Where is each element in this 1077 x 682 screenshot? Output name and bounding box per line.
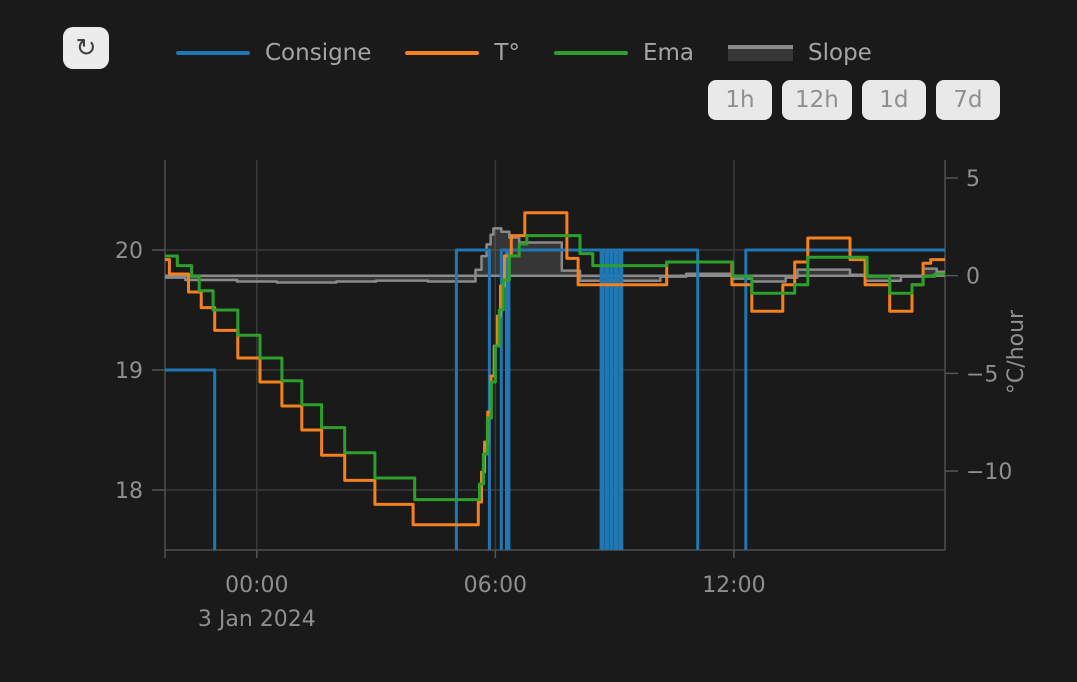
plot-area[interactable] <box>165 160 945 550</box>
left-axis-tick-label: 19 <box>115 359 143 384</box>
x-axis-tick-label: 00:00 <box>225 573 288 598</box>
x-axis-tick-label: 06:00 <box>464 573 527 598</box>
temperature-dashboard: ↻ Consigne T° Ema Slope 1h 12h 1d 7d 181… <box>0 0 1077 682</box>
left-axis-tick-label: 18 <box>115 479 143 504</box>
chart-canvas: 18 19 20 00:00 06:00 12:00 5 0 −5 −10 3 Jan 2024 °C… <box>0 0 1077 682</box>
right-axis-tick-label: 0 <box>966 265 980 290</box>
right-axis-tick-label: −5 <box>966 362 998 387</box>
right-axis-title: °C/hour <box>1004 309 1029 394</box>
left-axis-tick-label: 20 <box>115 239 143 264</box>
x-axis-date-label: 3 Jan 2024 <box>198 607 316 632</box>
right-axis-tick-label: −10 <box>966 460 1012 485</box>
x-axis-tick-label: 12:00 <box>702 573 765 598</box>
right-axis-tick-label: 5 <box>966 167 980 192</box>
